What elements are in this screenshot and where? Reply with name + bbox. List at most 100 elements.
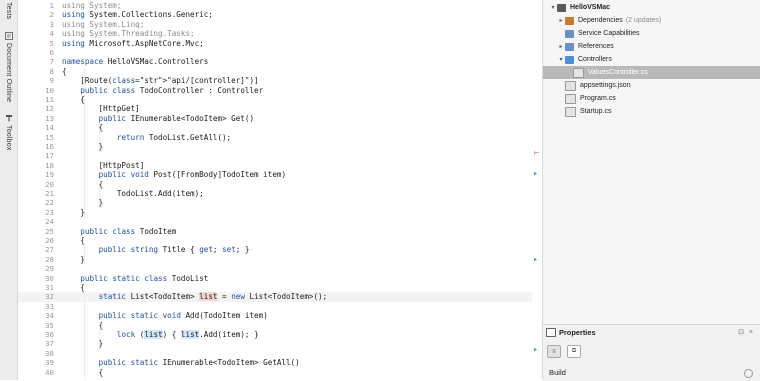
code-line[interactable]: public IEnumerable<TodoItem> Get() [62,114,254,123]
tree-item-hellovsmac[interactable]: ▾ HelloVSMac [543,1,760,14]
line-number: 32 [45,292,54,302]
code-line[interactable]: { [62,283,85,292]
toolbox-tab-label: Toolbox [5,125,12,151]
code-line[interactable]: { [62,95,85,104]
code-line[interactable]: { [62,321,104,330]
code-line[interactable]: static List<TodoItem> list = new List<To… [62,292,327,302]
line-number: 23 [45,207,54,217]
tree-item-appsettings-json[interactable]: appsettings.json [543,79,760,92]
code-line[interactable]: public static void Add(TodoItem item) [62,311,268,320]
properties-list-tab-icon[interactable]: ≡ [547,345,561,358]
line-number: 37 [45,339,54,349]
code-line[interactable]: using Microsoft.AspNetCore.Mvc; [62,39,204,48]
line-number: 33 [45,301,54,311]
tree-item-dependencies[interactable]: ▸ Dependencies (2 updates) [543,14,760,27]
float-pad-icon[interactable]: ⊡ [738,329,744,336]
solution-pad: ▾ HelloVSMac ▸ Dependencies (2 updates) Serv… [542,0,760,381]
tree-item-label: ValuesController.cs [588,69,648,76]
tree-item-service-capabilities[interactable]: Service Capabilities [543,27,760,40]
code-line[interactable]: { [62,123,104,132]
csharp-file-icon [565,106,576,117]
line-number: 15 [45,132,54,142]
tree-item-startup-cs[interactable]: Startup.cs [543,105,760,118]
tree-item-label: References [578,43,614,50]
line-number: 27 [45,245,54,255]
code-line[interactable]: public void Post([FromBody]TodoItem item… [62,170,286,179]
code-line[interactable]: lock (list) { list.Add(item); } [62,330,259,339]
properties-section-build[interactable]: Build [549,368,566,377]
tree-item-label: Startup.cs [580,108,612,115]
left-tab-strip: Tests Document Outline Toolbox [0,0,18,380]
line-number-gutter: 1 2 3 4 5 6 7 8 9 10 11 12 13 14 15 16 17 18 19 20 21 22 23 24 2… [18,0,54,380]
tree-item-program-cs[interactable]: Program.cs [543,92,760,105]
code-line[interactable]: { [62,67,67,76]
line-number: 21 [45,189,54,198]
code-line[interactable]: public class TodoController : Controller [62,86,263,95]
code-line[interactable]: using System.Linq; [62,20,144,29]
line-number: 8 [49,66,54,76]
document-outline-tab-label: Document Outline [5,43,12,103]
code-line[interactable]: TodoList.Add(item); [62,189,204,198]
code-line[interactable]: } [62,255,85,264]
line-number: 2 [49,10,54,20]
chevron-right-icon[interactable]: ▸ [557,43,565,50]
toolbox-tab[interactable]: Toolbox [1,114,16,151]
line-number: 40 [45,367,54,377]
tree-item-valuescontroller-cs[interactable]: ValuesController.cs [543,66,760,79]
code-line[interactable]: } [62,198,104,207]
code-line[interactable]: } [62,339,104,348]
line-number: 35 [45,320,54,330]
close-pad-icon[interactable]: × [749,329,753,336]
collapse-marker-icon[interactable]: ▸ [534,256,537,263]
line-number: 7 [49,57,54,67]
document-outline-tab[interactable]: Document Outline [1,32,16,102]
code-line[interactable]: { [62,368,104,377]
code-line[interactable]: { [62,180,104,189]
code-line[interactable]: public static class TodoList [62,274,208,283]
code-line[interactable]: [Route(class="str">"api/[controller]")] [62,76,258,85]
code-line[interactable]: { [62,236,85,245]
dependencies-icon [565,16,574,25]
code-line[interactable]: [HttpGet] [62,104,140,113]
outline-icon [4,32,13,40]
line-number: 5 [49,38,54,48]
line-number: 29 [45,264,54,274]
line-number: 36 [45,330,54,339]
properties-events-tab-icon[interactable]: ⧉ [567,345,581,358]
code-line[interactable]: public static IEnumerable<TodoItem> GetA… [62,358,300,367]
chevron-down-icon[interactable]: ▾ [549,4,557,11]
solution-tree: ▾ HelloVSMac ▸ Dependencies (2 updates) Serv… [543,0,760,318]
code-line[interactable]: } [62,142,104,151]
collapse-marker-icon[interactable]: ▸ [534,346,537,353]
line-number: 6 [49,48,54,57]
change-marker: ⊢ [534,151,540,157]
collapse-section-icon[interactable] [744,369,753,378]
tree-item-references[interactable]: ▸ References [543,40,760,53]
chevron-right-icon[interactable]: ▸ [557,17,565,24]
code-line[interactable]: } [62,208,85,217]
line-number: 24 [45,217,54,227]
json-file-icon [565,80,576,91]
line-number: 16 [45,142,54,151]
tree-item-label: Service Capabilities [578,30,640,37]
right-margin-markers: ⊢ ▸ ▸ ▸ [532,0,542,380]
code-line[interactable]: using System; [62,1,121,10]
properties-title: Properties [559,328,596,337]
code-line[interactable]: using System.Collections.Generic; [62,10,213,19]
line-number: 14 [45,123,54,133]
line-number: 25 [45,226,54,236]
chevron-down-icon[interactable]: ▾ [557,56,565,63]
tree-item-label: Program.cs [580,95,616,102]
code-editor[interactable]: 1 2 3 4 5 6 7 8 9 10 11 12 13 14 15 16 17 18 19 20 21 22 23 24 2… [18,0,542,380]
code-line[interactable]: return TodoList.GetAll(); [62,133,231,142]
code-line[interactable]: [HttpPost] [62,161,145,170]
code-line[interactable]: public class TodoItem [62,227,176,236]
tree-item-controllers[interactable]: ▾ Controllers [543,53,760,66]
line-number: 38 [45,348,54,358]
code-line[interactable]: public string Title { get; set; } [62,245,250,254]
code-line[interactable]: namespace HelloVSMac.Controllers [62,57,208,66]
tests-tab[interactable]: Tests [1,2,16,19]
tests-tab-label: Tests [5,2,12,20]
collapse-marker-icon[interactable]: ▸ [534,170,537,177]
code-line[interactable]: using System.Threading.Tasks; [62,29,195,38]
